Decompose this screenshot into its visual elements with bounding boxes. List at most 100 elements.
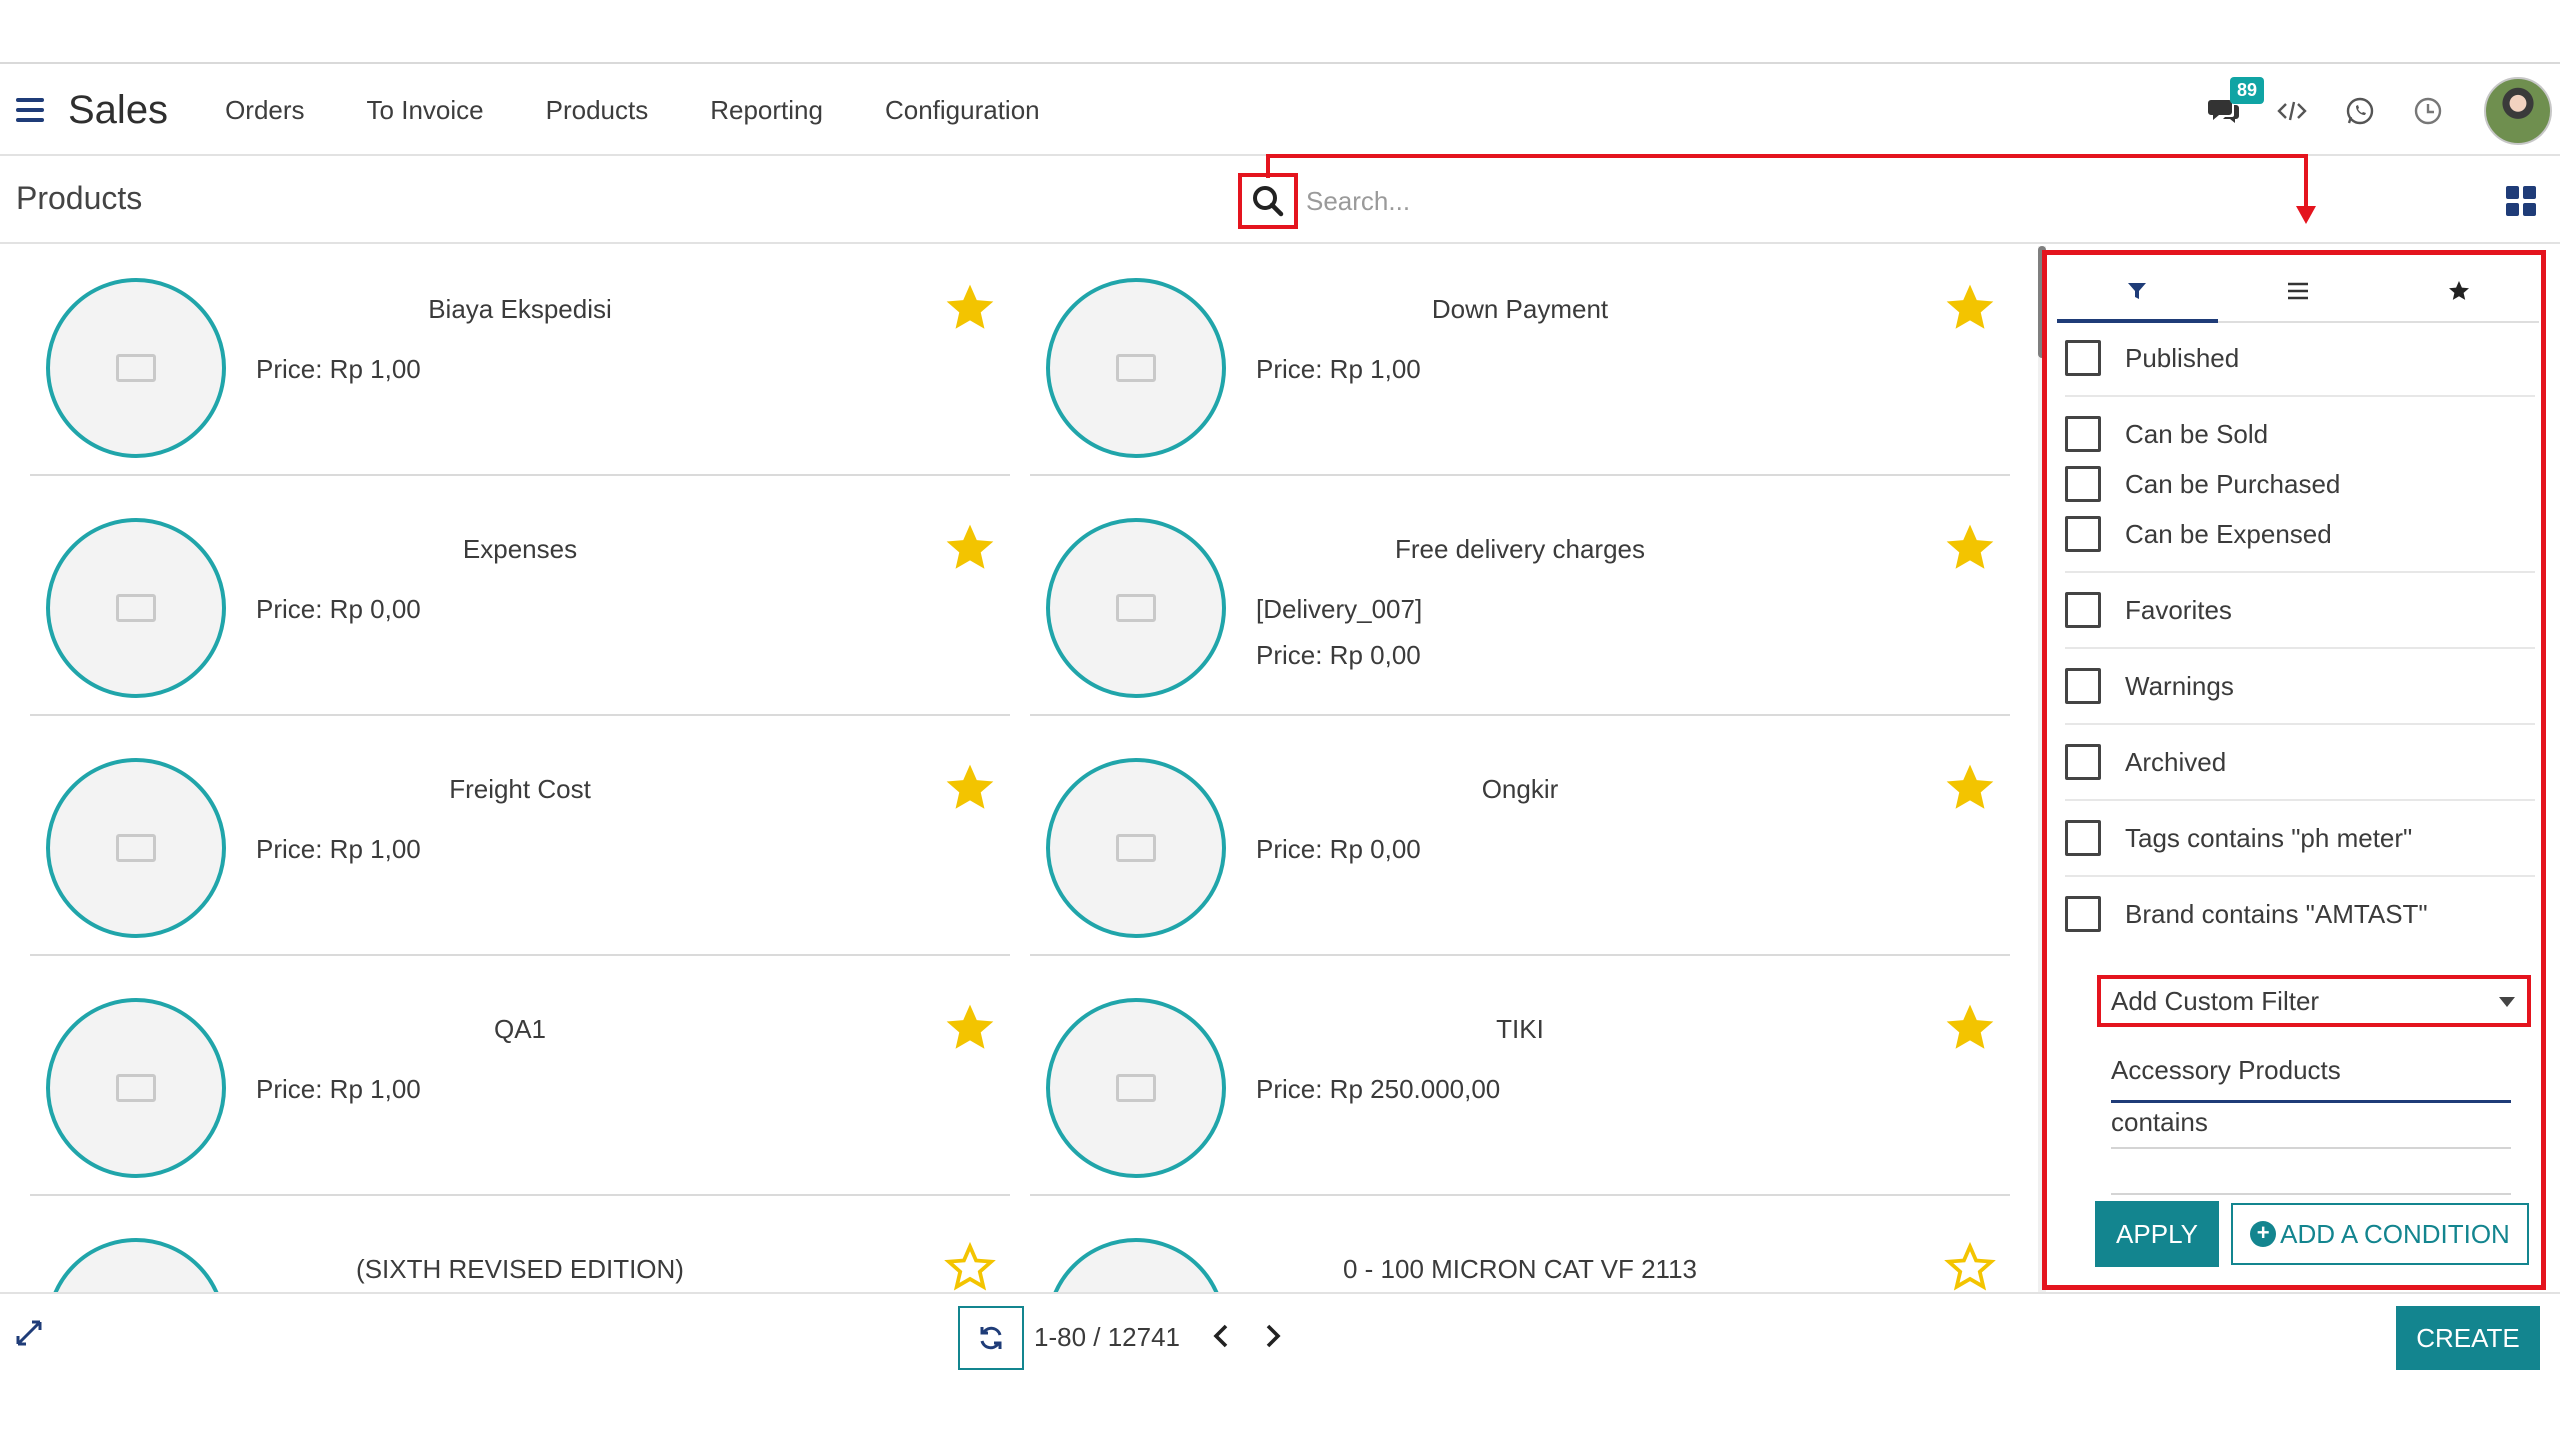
product-name: Free delivery charges	[1395, 534, 1645, 564]
filter-checkbox[interactable]	[2065, 416, 2101, 452]
chevron-right-icon	[1266, 1324, 1281, 1348]
nav-item-orders[interactable]: Orders	[225, 95, 304, 126]
favorite-star-outline-icon[interactable]	[942, 1240, 998, 1292]
filter-option[interactable]: Tags contains "ph meter"	[2065, 813, 2535, 863]
product-card[interactable]: Freight Cost Price: Rp 1,00	[30, 726, 1010, 956]
image-placeholder-icon	[116, 1074, 156, 1102]
filter-option[interactable]: Can be Purchased	[2065, 459, 2535, 509]
expand-icon[interactable]	[14, 1318, 44, 1348]
product-card[interactable]: Free delivery charges [Delivery_007] Pri…	[1030, 486, 2010, 716]
product-card[interactable]: QA1 Price: Rp 1,00	[30, 966, 1010, 1196]
filter-label: Tags contains "ph meter"	[2125, 822, 2413, 853]
tab-favorites[interactable]	[2378, 261, 2539, 321]
filter-checkbox[interactable]	[2065, 668, 2101, 704]
filter-option[interactable]: Can be Sold	[2065, 409, 2535, 459]
product-price: Price: Rp 1,00	[256, 834, 421, 864]
filter-option[interactable]: Can be Expensed	[2065, 509, 2535, 559]
control-panel: Products	[0, 156, 2560, 244]
tab-filters[interactable]	[2057, 261, 2218, 323]
create-button[interactable]: CREATE	[2396, 1306, 2540, 1370]
image-placeholder-icon	[1116, 594, 1156, 622]
chat-icon[interactable]: 89	[2208, 77, 2265, 127]
product-image	[46, 518, 226, 698]
app-title[interactable]: Sales	[68, 88, 168, 133]
filter-option[interactable]: Published	[2065, 333, 2535, 383]
product-image	[46, 278, 226, 458]
product-card[interactable]: Ongkir Price: Rp 0,00	[1030, 726, 2010, 956]
search-icon[interactable]	[1238, 173, 1298, 229]
favorite-star-outline-icon[interactable]	[1942, 1240, 1998, 1292]
filter-checkbox[interactable]	[2065, 466, 2101, 502]
filter-checkbox[interactable]	[2065, 340, 2101, 376]
bottom-bar: 1-80 / 12741 CREATE	[0, 1292, 2560, 1380]
image-placeholder-icon	[1116, 1074, 1156, 1102]
product-card[interactable]: Down Payment Price: Rp 1,00	[1030, 246, 2010, 476]
product-image	[1046, 278, 1226, 458]
product-name: Freight Cost	[449, 774, 591, 804]
main-navbar: Sales Orders To Invoice Products Reporti…	[0, 66, 2560, 156]
plus-circle-icon: +	[2250, 1221, 2277, 1247]
filter-checkbox[interactable]	[2065, 592, 2101, 628]
filter-checkbox[interactable]	[2065, 516, 2101, 552]
pager-previous-button[interactable]	[1206, 1318, 1236, 1354]
add-custom-filter-toggle[interactable]: Add Custom Filter	[2097, 975, 2531, 1027]
filter-option[interactable]: Warnings	[2065, 661, 2535, 711]
filter-label: Can be Sold	[2125, 418, 2269, 449]
kanban-view: Biaya Ekspedisi Price: Rp 1,00 Down Paym…	[0, 246, 2036, 1292]
favorite-star-icon[interactable]	[1942, 760, 1998, 816]
favorite-star-icon[interactable]	[1942, 520, 1998, 576]
product-price: Price: Rp 1,00	[256, 1074, 421, 1104]
condition-field-select[interactable]: Accessory Products	[2111, 1055, 2511, 1103]
product-price: Price: Rp 250.000,00	[1256, 1074, 1501, 1104]
nav-item-products[interactable]: Products	[546, 95, 649, 126]
filter-label: Can be Purchased	[2125, 468, 2341, 499]
add-condition-button[interactable]: + ADD A CONDITION	[2231, 1203, 2529, 1265]
product-name: (SIXTH REVISED EDITION)	[356, 1254, 684, 1284]
product-name: QA1	[493, 1014, 547, 1044]
product-card[interactable]: Biaya Ekspedisi Price: Rp 1,00	[30, 246, 1010, 476]
annotation-arrow-tip	[2296, 206, 2316, 224]
favorite-star-icon[interactable]	[1942, 280, 1998, 336]
favorite-star-icon[interactable]	[942, 1000, 998, 1056]
refresh-button[interactable]	[958, 1306, 1024, 1370]
filter-panel: Published Can be Sold Can be Purchased C…	[2042, 250, 2546, 1290]
kanban-view-icon[interactable]	[2506, 186, 2536, 216]
apply-button[interactable]: APPLY	[2095, 1201, 2219, 1267]
code-icon[interactable]	[2276, 95, 2308, 127]
app-menu-icon[interactable]	[16, 98, 44, 122]
product-card[interactable]: TIKI Price: Rp 250.000,00	[1030, 966, 2010, 1196]
nav-item-configuration[interactable]: Configuration	[885, 95, 1040, 126]
favorite-star-icon[interactable]	[942, 520, 998, 576]
filter-checkbox[interactable]	[2065, 820, 2101, 856]
filter-option[interactable]: Archived	[2065, 737, 2535, 787]
condition-value-input[interactable]	[2111, 1155, 2511, 1195]
filter-option[interactable]: Favorites	[2065, 585, 2535, 635]
favorite-star-icon[interactable]	[1942, 1000, 1998, 1056]
product-card[interactable]: (SIXTH REVISED EDITION)	[30, 1206, 1010, 1292]
filter-divider	[2065, 799, 2535, 801]
pager-next-button[interactable]	[1258, 1318, 1288, 1354]
nav-item-to-invoice[interactable]: To Invoice	[367, 95, 484, 126]
tab-group-by[interactable]	[2218, 261, 2379, 321]
product-image	[46, 998, 226, 1178]
product-price: Price: Rp 0,00	[256, 594, 421, 624]
pager-range[interactable]: 1-80 / 12741	[1034, 1322, 1180, 1353]
product-card[interactable]: 0 - 100 MICRON CAT VF 2113	[1030, 1206, 2010, 1292]
clock-icon[interactable]	[2412, 95, 2444, 127]
breadcrumb[interactable]: Products	[16, 180, 142, 217]
condition-operator-select[interactable]: contains	[2111, 1103, 2511, 1149]
filter-checkbox[interactable]	[2065, 744, 2101, 780]
favorite-star-icon[interactable]	[942, 280, 998, 336]
search-input[interactable]	[1306, 185, 2006, 217]
image-placeholder-icon	[116, 834, 156, 862]
user-avatar[interactable]	[2484, 77, 2552, 145]
filter-option[interactable]: Brand contains "AMTAST"	[2065, 889, 2535, 939]
filter-checkbox[interactable]	[2065, 896, 2101, 932]
product-name: TIKI	[1496, 1014, 1544, 1044]
nav-item-reporting[interactable]: Reporting	[710, 95, 823, 126]
filter-divider	[2065, 723, 2535, 725]
whatsapp-icon[interactable]	[2344, 95, 2376, 127]
product-card[interactable]: Expenses Price: Rp 0,00	[30, 486, 1010, 716]
favorite-star-icon[interactable]	[942, 760, 998, 816]
filter-divider	[2065, 875, 2535, 877]
